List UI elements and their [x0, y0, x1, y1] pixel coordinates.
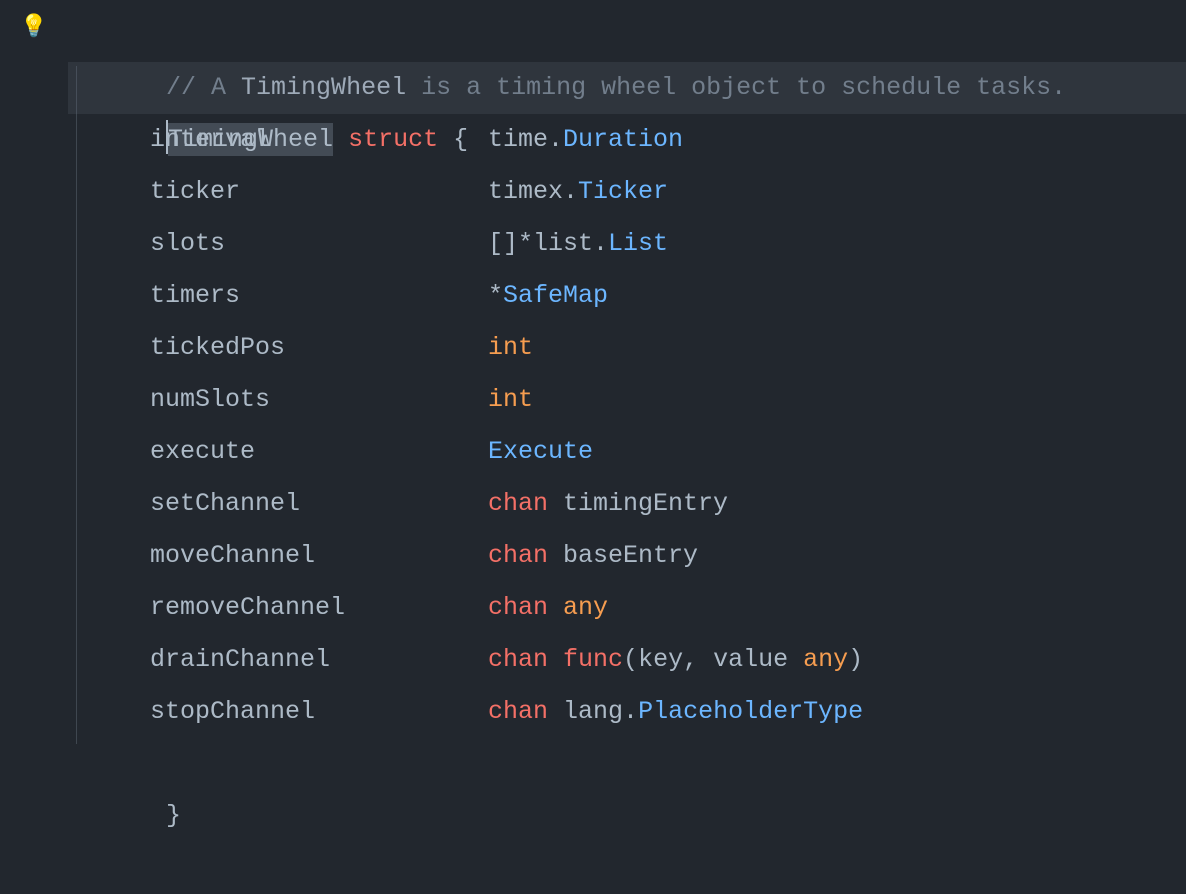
type-token: chan	[488, 645, 548, 674]
type-token	[548, 645, 563, 674]
type-token: Duration	[563, 125, 683, 154]
field-name: tickedPos	[150, 322, 488, 374]
code-line-field: executeExecute	[68, 426, 1186, 478]
code-line-field: tickedPosint	[68, 322, 1186, 374]
field-name: drainChannel	[150, 634, 488, 686]
type-token: timingEntry	[563, 489, 728, 518]
code-line-comment: // A TimingWheel is a timing wheel objec…	[68, 10, 1186, 62]
code-line-field: slots[]*list.List	[68, 218, 1186, 270]
type-token: .	[593, 229, 608, 258]
type-token	[548, 541, 563, 570]
type-token: SafeMap	[503, 281, 608, 310]
type-token: )	[848, 645, 863, 674]
type-token: int	[488, 333, 533, 362]
type-token: .	[623, 697, 638, 726]
type-token: any	[563, 593, 608, 622]
code-area[interactable]: // A TimingWheel is a timing wheel objec…	[68, 0, 1186, 824]
type-token: Execute	[488, 437, 593, 466]
type-token: PlaceholderType	[638, 697, 863, 726]
type-token: baseEntry	[563, 541, 698, 570]
field-name: moveChannel	[150, 530, 488, 582]
field-name: removeChannel	[150, 582, 488, 634]
field-name: timers	[150, 270, 488, 322]
type-token	[548, 593, 563, 622]
field-name: interval	[150, 114, 488, 166]
type-token: value	[713, 645, 803, 674]
type-token: *	[488, 281, 503, 310]
type-token: Ticker	[578, 177, 668, 206]
type-token: key	[638, 645, 683, 674]
type-token: time	[488, 125, 548, 154]
code-line-field: tickertimex.Ticker	[68, 166, 1186, 218]
type-token: chan	[488, 541, 548, 570]
field-name: execute	[150, 426, 488, 478]
type-token: chan	[488, 697, 548, 726]
type-token: ,	[683, 645, 713, 674]
code-line-field: removeChannelchan any	[68, 582, 1186, 634]
field-name: slots	[150, 218, 488, 270]
code-line-close: }	[68, 738, 1186, 790]
type-token: (	[623, 645, 638, 674]
type-token	[548, 697, 563, 726]
code-line-field: moveChannelchan baseEntry	[68, 530, 1186, 582]
code-line-field: numSlotsint	[68, 374, 1186, 426]
type-token: int	[488, 385, 533, 414]
code-line-decl: TimingWheel struct {	[68, 62, 1186, 114]
type-token: List	[608, 229, 668, 258]
type-token: func	[563, 645, 623, 674]
type-token: list	[533, 229, 593, 258]
lightbulb-icon[interactable]: 💡	[20, 14, 47, 40]
code-line-field: timers*SafeMap	[68, 270, 1186, 322]
type-token: lang	[563, 697, 623, 726]
code-editor[interactable]: 💡 // A TimingWheel is a timing wheel obj…	[0, 0, 1186, 824]
type-token: timex	[488, 177, 563, 206]
type-token: .	[548, 125, 563, 154]
code-line-field: setChannelchan timingEntry	[68, 478, 1186, 530]
code-line-field: stopChannelchan lang.PlaceholderType	[68, 686, 1186, 738]
field-name: setChannel	[150, 478, 488, 530]
gutter: 💡	[0, 0, 68, 824]
field-name: stopChannel	[150, 686, 488, 738]
type-token: .	[563, 177, 578, 206]
type-token: chan	[488, 489, 548, 518]
type-token: any	[803, 645, 848, 674]
type-token: chan	[488, 593, 548, 622]
code-line-field: intervaltime.Duration	[68, 114, 1186, 166]
field-name: numSlots	[150, 374, 488, 426]
type-token	[548, 489, 563, 518]
type-token: []*	[488, 229, 533, 258]
brace-close: }	[166, 801, 181, 830]
field-name: ticker	[150, 166, 488, 218]
code-line-field: drainChannelchan func(key, value any)	[68, 634, 1186, 686]
